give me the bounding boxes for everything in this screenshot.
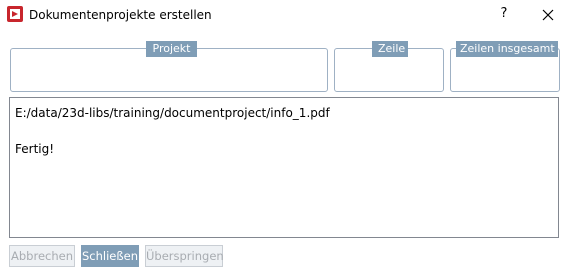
skip-button[interactable]: Überspringen (145, 245, 224, 267)
close-icon (542, 9, 554, 21)
app-icon (7, 6, 23, 22)
total-lines-group-title: Zeilen insgesamt (456, 41, 558, 57)
log-output[interactable]: E:/data/23d-libs/training/documentprojec… (9, 97, 559, 238)
window-title: Dokumentenprojekte erstellen (29, 8, 212, 22)
line-group: Zeile (334, 41, 444, 92)
project-group: Projekt (10, 41, 328, 92)
close-window-button[interactable] (537, 4, 559, 26)
close-button[interactable]: Schließen (81, 245, 139, 267)
line-group-title: Zeile (372, 41, 408, 57)
title-bar: Dokumentenprojekte erstellen ? (0, 0, 569, 30)
cancel-button[interactable]: Abbrechen (9, 245, 75, 267)
project-group-title: Projekt (146, 41, 197, 57)
total-lines-group: Zeilen insgesamt (450, 41, 560, 92)
help-button[interactable]: ? (494, 3, 514, 25)
